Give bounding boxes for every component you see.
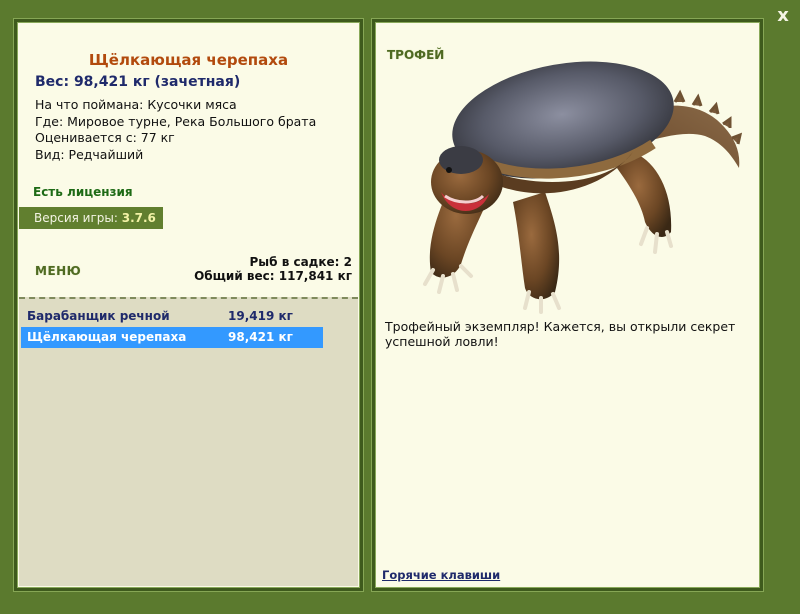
version-label: Версия игры: xyxy=(34,211,118,225)
fish-weight: Вес: 98,421 кг (зачетная) xyxy=(35,74,241,90)
keepnet-summary: Рыб в садке: 2 Общий вес: 117,841 кг xyxy=(194,255,352,283)
fish-info-panel: Щёлкающая черепаха Вес: 98,421 кг (зачет… xyxy=(13,18,364,592)
menu-button[interactable]: МЕНЮ xyxy=(35,264,81,278)
fish-name: Щёлкающая черепаха xyxy=(27,330,187,344)
fish-details: На что поймана: Кусочки мяса Где: Мирово… xyxy=(35,97,316,163)
game-version: Версия игры: 3.7.6 xyxy=(19,207,163,229)
hotkeys-link[interactable]: Горячие клавиши xyxy=(382,568,500,582)
snapping-turtle-image xyxy=(423,61,743,314)
keepnet-total-weight: Общий вес: 117,841 кг xyxy=(194,269,352,283)
fish-name-title: Щёлкающая черепаха xyxy=(88,51,289,69)
fish-weight-value: 98,421 кг xyxy=(228,330,293,344)
bait-info: На что поймана: Кусочки мяса xyxy=(35,97,237,112)
keepnet-count: Рыб в садке: 2 xyxy=(249,255,353,269)
version-value: 3.7.6 xyxy=(121,211,156,225)
keepnet-row-selected[interactable]: Щёлкающая черепаха 98,421 кг xyxy=(21,327,323,348)
rarity-info: Вид: Редчайший xyxy=(35,146,144,162)
fish-weight-value: 19,419 кг xyxy=(228,309,293,323)
location-info: Где: Мировое турне, Река Большого брата xyxy=(35,113,317,129)
keepnet-list: Барабанщик речной 19,419 кг Щёлкающая че… xyxy=(19,297,358,586)
trophy-panel: ТРОФЕЙ Трофейный экземпляр! Кажется, вы … xyxy=(371,18,764,592)
fish-name: Барабанщик речной xyxy=(27,309,170,323)
keepnet-row[interactable]: Барабанщик речной 19,419 кг xyxy=(21,306,323,327)
rated-from-info: Оценивается с: 77 кг xyxy=(35,130,175,145)
trophy-description: Трофейный экземпляр! Кажется, вы открыли… xyxy=(385,319,736,349)
close-button[interactable]: x xyxy=(772,5,794,27)
license-status: Есть лицензия xyxy=(33,185,133,199)
